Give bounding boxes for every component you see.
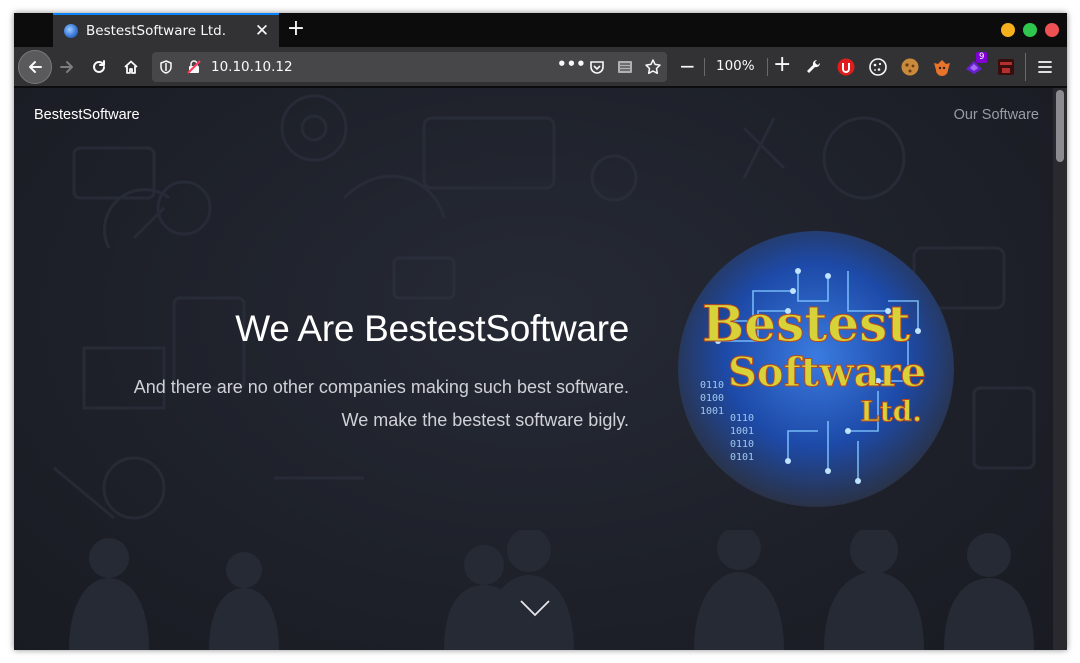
- navigation-toolbar: 10.10.10.12 ••• − 100% + 9: [14, 47, 1067, 87]
- people-silhouettes: [69, 530, 1034, 650]
- reader-view-icon[interactable]: [616, 58, 634, 76]
- forward-button[interactable]: [51, 51, 83, 83]
- nav-link-our-software[interactable]: Our Software: [954, 107, 1039, 123]
- hero-subtitle-line1: And there are no other companies making …: [133, 377, 629, 397]
- tab-strip: BestestSoftware Ltd. ✕ +: [14, 13, 1067, 47]
- new-tab-button[interactable]: +: [286, 17, 306, 41]
- cors-extension-icon[interactable]: [996, 57, 1016, 77]
- divider: [767, 58, 768, 76]
- binary-row: 0100: [700, 393, 724, 404]
- arrow-right-icon: [60, 61, 73, 73]
- web-page: BestestSoftware Our Software We Are Best…: [14, 88, 1053, 650]
- page-actions-icon[interactable]: •••: [557, 55, 586, 73]
- divider: [704, 58, 705, 76]
- zoom-in-button[interactable]: +: [773, 54, 791, 76]
- binary-row: 0110: [730, 439, 754, 450]
- foxyproxy-icon[interactable]: [932, 57, 952, 77]
- tab-active[interactable]: BestestSoftware Ltd. ✕: [53, 13, 279, 47]
- site-brand[interactable]: BestestSoftware: [34, 107, 140, 123]
- hamburger-menu-icon[interactable]: [1036, 58, 1054, 76]
- arrow-left-icon: [29, 61, 42, 73]
- reload-button[interactable]: [83, 51, 115, 83]
- home-icon: [124, 60, 138, 74]
- binary-row: 1001: [730, 426, 754, 437]
- cookie-icon[interactable]: [868, 57, 888, 77]
- close-window-button[interactable]: [1045, 23, 1059, 37]
- url-text[interactable]: 10.10.10.12: [211, 59, 293, 75]
- extension-badge: 9: [976, 52, 988, 63]
- binary-row: 0110: [700, 380, 724, 391]
- divider: [1025, 53, 1026, 81]
- favicon-icon: [64, 24, 78, 38]
- hero-title: We Are BestestSoftware: [235, 308, 629, 349]
- page-scrollbar[interactable]: [1053, 88, 1067, 650]
- browser-window: BestestSoftware Ltd. ✕ + 10.10.10.12 •••: [14, 13, 1067, 650]
- zoom-out-button[interactable]: −: [679, 56, 696, 76]
- window-controls: [1001, 23, 1059, 37]
- wrench-icon[interactable]: [804, 57, 824, 77]
- cookie-editor-icon[interactable]: [900, 57, 920, 77]
- tab-title: BestestSoftware Ltd.: [86, 23, 227, 39]
- pocket-icon[interactable]: [588, 58, 606, 76]
- reload-icon: [93, 60, 105, 73]
- binary-row: 0101: [730, 452, 754, 463]
- insecure-lock-icon[interactable]: [186, 59, 202, 75]
- bookmark-star-icon[interactable]: [644, 58, 662, 76]
- binary-row: 0110: [730, 413, 754, 424]
- zoom-level[interactable]: 100%: [716, 58, 755, 74]
- logo-text-software: Software: [728, 349, 926, 396]
- maximize-button[interactable]: [1023, 23, 1037, 37]
- ublock-origin-icon[interactable]: [836, 57, 856, 77]
- logo-text-ltd: Ltd.: [860, 395, 922, 428]
- company-logo: 0110 0100 1001 0110 1001 0110 0101 Beste…: [678, 231, 954, 507]
- shield-icon[interactable]: [158, 59, 174, 75]
- chevron-down-icon[interactable]: [519, 599, 551, 617]
- url-bar[interactable]: 10.10.10.12 •••: [152, 52, 667, 82]
- binary-row: 1001: [700, 406, 724, 417]
- back-button[interactable]: [18, 50, 52, 84]
- minimize-button[interactable]: [1001, 23, 1015, 37]
- home-button[interactable]: [115, 51, 147, 83]
- close-tab-icon[interactable]: ✕: [251, 22, 273, 40]
- hero-subtitle-line2: We make the bestest software bigly.: [341, 410, 629, 430]
- logo-text-bestest: Bestest: [702, 294, 910, 353]
- scrollbar-thumb[interactable]: [1056, 90, 1064, 162]
